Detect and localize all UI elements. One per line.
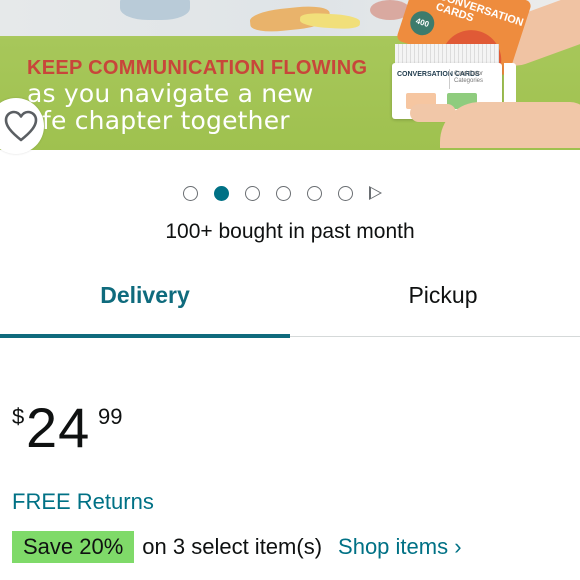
promo-text: on 3 select item(s)	[142, 534, 323, 559]
price-fraction: 99	[98, 404, 123, 429]
tab-pickup[interactable]: Pickup	[290, 282, 580, 312]
price-whole: 24	[26, 396, 91, 459]
price-currency: $	[12, 404, 25, 429]
banner-subline-2: fe chapter together	[42, 106, 290, 135]
decor-fabric	[120, 0, 190, 20]
banner-subline-1: as you navigate a new	[27, 79, 314, 108]
carousel-dot[interactable]	[183, 185, 198, 201]
bought-count-text: 100+ bought in past month	[165, 220, 415, 243]
play-triangle-icon[interactable]	[369, 186, 382, 200]
carousel-dot[interactable]	[338, 185, 353, 201]
shop-items-link[interactable]: Shop items ›	[338, 534, 462, 560]
banner-headline: KEEP COMMUNICATION FLOWING	[27, 57, 368, 79]
promo-row: Save 20% on 3 select item(s) Shop items …	[12, 530, 462, 564]
save-badge: Save 20%	[12, 531, 135, 563]
tab-delivery[interactable]: Delivery	[0, 282, 290, 312]
tab-active-indicator	[0, 334, 290, 338]
hand-illustration	[440, 102, 580, 148]
card-category-label: Card Color Categories	[454, 71, 484, 84]
card-divider	[449, 69, 450, 89]
card-box-badge: 400	[407, 8, 438, 39]
carousel-dot[interactable]	[307, 185, 322, 201]
heart-outline-icon	[4, 110, 38, 142]
image-carousel-indicator	[183, 185, 382, 201]
free-returns-link[interactable]: FREE Returns	[12, 489, 154, 515]
product-image-banner[interactable]: KEEP COMMUNICATION FLOWING as you naviga…	[0, 0, 580, 150]
carousel-dot[interactable]	[276, 185, 291, 201]
carousel-dot[interactable]	[245, 185, 260, 201]
card-stack	[395, 44, 499, 64]
carousel-dot-active[interactable]	[214, 185, 229, 201]
